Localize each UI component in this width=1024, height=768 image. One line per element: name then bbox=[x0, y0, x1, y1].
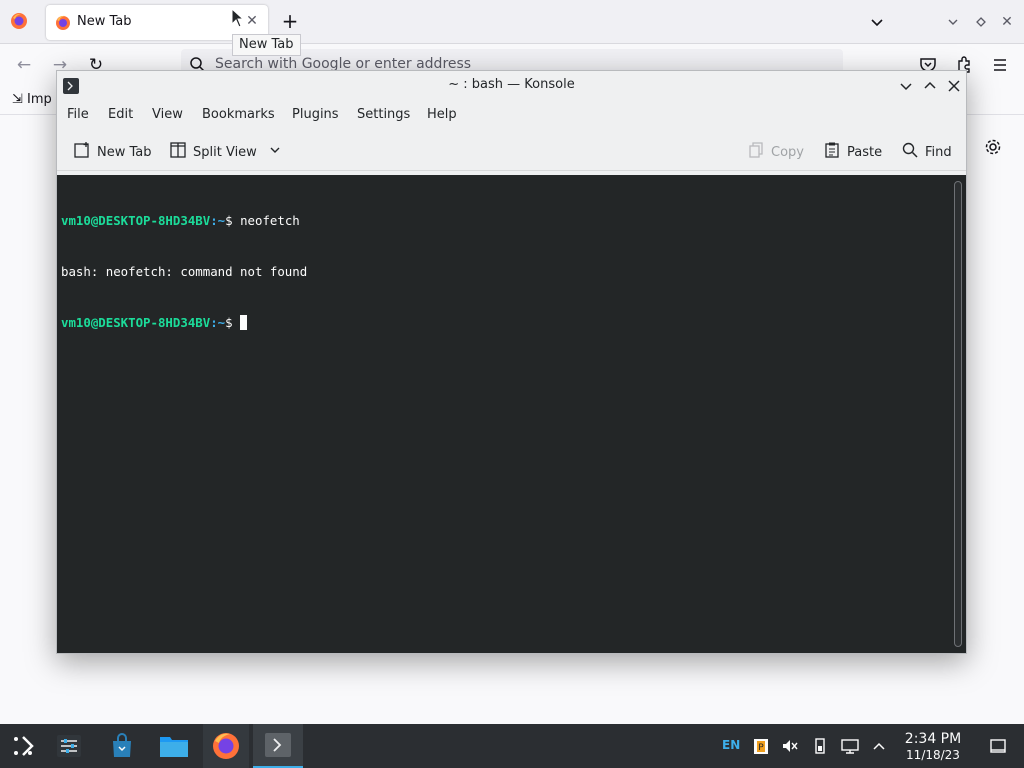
hamburger-menu-icon[interactable] bbox=[990, 55, 1010, 75]
menu-bookmarks[interactable]: Bookmarks bbox=[202, 107, 275, 122]
terminal-view[interactable]: vm10@DESKTOP-8HD34BV:~$ neofetch bash: n… bbox=[57, 175, 966, 653]
close-window-icon[interactable]: ✕ bbox=[998, 13, 1016, 31]
search-icon bbox=[901, 141, 919, 163]
text-cursor bbox=[240, 315, 248, 330]
chevron-up-icon[interactable] bbox=[870, 737, 888, 755]
maximize-icon[interactable] bbox=[921, 77, 939, 95]
maximize-window-icon[interactable] bbox=[972, 13, 990, 31]
gear-icon[interactable] bbox=[984, 138, 1002, 156]
menu-file[interactable]: File bbox=[67, 107, 89, 122]
clock-date[interactable]: 11/18/23 bbox=[896, 748, 970, 762]
prompt-symbol: $ bbox=[225, 213, 241, 228]
split-view-button[interactable]: Split View bbox=[169, 142, 281, 162]
menu-plugins[interactable]: Plugins bbox=[292, 107, 339, 122]
application-launcher-icon[interactable] bbox=[0, 724, 46, 768]
prompt-separator: : bbox=[210, 315, 218, 330]
terminal-command: neofetch bbox=[240, 213, 300, 228]
window-title: ~ : bash — Konsole bbox=[448, 77, 575, 92]
clipboard-icon[interactable]: P bbox=[752, 737, 770, 755]
terminal-line: bash: neofetch: command not found bbox=[61, 263, 307, 280]
new-tab-button[interactable]: New Tab bbox=[73, 142, 152, 162]
minimize-icon[interactable] bbox=[897, 77, 915, 95]
menu-view[interactable]: View bbox=[152, 107, 183, 122]
firefox-menu-icon[interactable] bbox=[10, 12, 28, 30]
split-view-icon bbox=[169, 141, 187, 163]
konsole-toolbar: New Tab Split View Copy Paste Find bbox=[57, 133, 966, 171]
menu-edit[interactable]: Edit bbox=[108, 107, 133, 122]
prompt-symbol: $ bbox=[225, 315, 241, 330]
firefox-icon[interactable] bbox=[203, 724, 249, 768]
paste-label: Paste bbox=[847, 144, 883, 160]
discover-store-icon[interactable] bbox=[99, 724, 145, 768]
taskbar: EN P 2:34 PM 11/18/23 bbox=[0, 724, 1024, 768]
close-icon[interactable] bbox=[945, 77, 963, 95]
mouse-pointer-icon bbox=[231, 7, 245, 28]
paste-icon bbox=[823, 141, 841, 163]
svg-text:P: P bbox=[758, 743, 764, 753]
new-tab-label: New Tab bbox=[97, 144, 152, 160]
prompt-user: vm10@DESKTOP-8HD34BV bbox=[61, 213, 211, 228]
terminal-line: vm10@DESKTOP-8HD34BV:~$ bbox=[61, 314, 307, 331]
import-bookmarks-label: Imp bbox=[27, 92, 52, 107]
copy-label: Copy bbox=[771, 144, 804, 160]
firefox-favicon-icon bbox=[55, 15, 71, 31]
paste-button[interactable]: Paste bbox=[823, 142, 882, 162]
menu-bar: File Edit View Bookmarks Plugins Setting… bbox=[57, 101, 966, 129]
back-arrow-icon[interactable]: ← bbox=[14, 55, 34, 75]
terminal-scrollbar[interactable] bbox=[954, 181, 962, 647]
tab-title: New Tab bbox=[77, 14, 132, 29]
konsole-title-bar[interactable]: ~ : bash — Konsole bbox=[57, 71, 966, 101]
find-label: Find bbox=[925, 144, 952, 160]
keyboard-layout-indicator[interactable]: EN bbox=[722, 738, 740, 752]
konsole-window: ~ : bash — Konsole File Edit View Bookma… bbox=[56, 70, 967, 654]
close-tab-icon[interactable]: ✕ bbox=[244, 13, 260, 29]
import-bookmarks-button[interactable]: ⇲ Imp bbox=[12, 92, 52, 107]
storage-device-icon[interactable] bbox=[811, 737, 829, 755]
tab-tooltip: New Tab bbox=[232, 34, 301, 56]
list-all-tabs-icon[interactable] bbox=[868, 13, 886, 31]
clock-time[interactable]: 2:34 PM bbox=[896, 731, 970, 747]
split-view-label: Split View bbox=[193, 144, 257, 160]
network-icon[interactable] bbox=[841, 737, 859, 755]
new-tab-plus-icon[interactable]: + bbox=[280, 11, 300, 31]
show-desktop-icon[interactable] bbox=[989, 737, 1007, 755]
find-button[interactable]: Find bbox=[901, 142, 952, 162]
volume-muted-icon[interactable] bbox=[781, 737, 799, 755]
menu-help[interactable]: Help bbox=[427, 107, 457, 122]
prompt-user: vm10@DESKTOP-8HD34BV bbox=[61, 315, 211, 330]
terminal-error-output: bash: neofetch: command not found bbox=[61, 264, 308, 279]
firefox-tab-bar: New Tab ✕ + ✕ bbox=[0, 0, 1024, 44]
minimize-window-icon[interactable] bbox=[944, 13, 962, 31]
file-manager-icon[interactable] bbox=[151, 724, 197, 768]
prompt-separator: : bbox=[210, 213, 218, 228]
new-tab-icon bbox=[73, 141, 91, 163]
chevron-down-icon[interactable] bbox=[269, 144, 281, 160]
konsole-icon[interactable] bbox=[253, 724, 303, 768]
terminal-line: vm10@DESKTOP-8HD34BV:~$ neofetch bbox=[61, 212, 307, 229]
copy-icon bbox=[747, 141, 765, 163]
system-settings-icon[interactable] bbox=[46, 724, 92, 768]
copy-button[interactable]: Copy bbox=[747, 142, 804, 162]
menu-settings[interactable]: Settings bbox=[357, 107, 410, 122]
terminal-output: vm10@DESKTOP-8HD34BV:~$ neofetch bash: n… bbox=[61, 178, 307, 365]
